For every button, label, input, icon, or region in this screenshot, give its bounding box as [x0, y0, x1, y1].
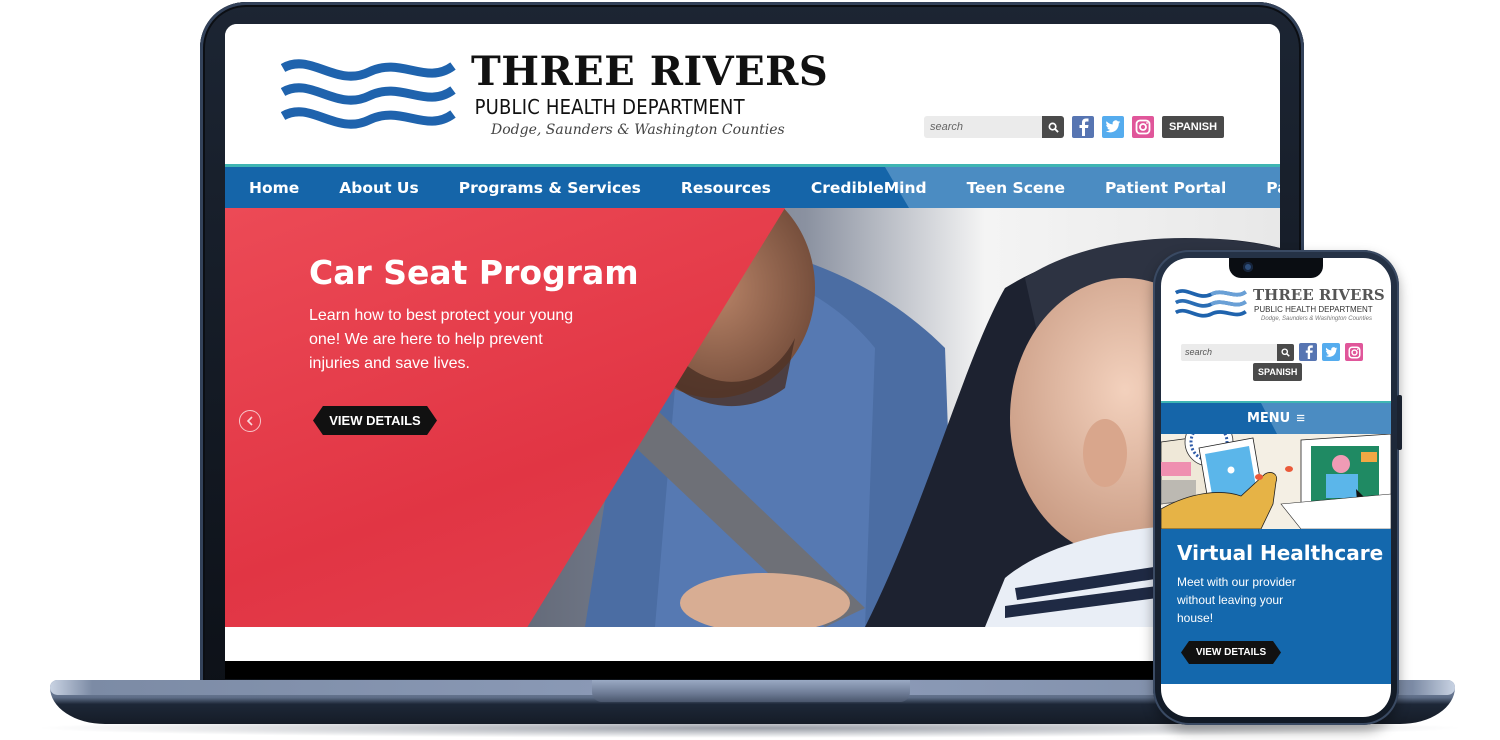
card-view-details-button[interactable]: VIEW DETAILS: [1181, 641, 1281, 664]
menu-label: MENU: [1246, 411, 1291, 426]
chevron-left-icon: [246, 416, 253, 426]
mobile-search-button[interactable]: [1277, 343, 1294, 361]
mobile-twitter-link[interactable]: [1322, 343, 1340, 361]
mobile-logo-subtitle: PUBLIC HEALTH DEPARTMENT: [1254, 305, 1373, 314]
nav-item-patient-survey[interactable]: Patient Survey: [1266, 179, 1280, 197]
facebook-icon: [1305, 345, 1313, 359]
hero-description: Learn how to best protect your young one…: [309, 307, 574, 372]
logo-subtitle: PUBLIC HEALTH DEPARTMENT: [474, 95, 745, 119]
desktop-website: THREE RIVERS PUBLIC HEALTH DEPARTMENT Do…: [225, 24, 1280, 679]
mobile-instagram-link[interactable]: [1345, 343, 1363, 361]
search-button[interactable]: [1042, 116, 1064, 138]
three-rivers-waves-logo-icon[interactable]: [281, 58, 456, 138]
search-box: [924, 116, 1064, 138]
search-icon: [1281, 347, 1290, 357]
laptop-hinge-notch: [592, 680, 910, 702]
hero-view-details-button[interactable]: VIEW DETAILS: [313, 406, 437, 435]
facebook-icon: [1079, 118, 1089, 136]
site-logo-text[interactable]: THREE RIVERS PUBLIC HEALTH DEPARTMENT Do…: [471, 50, 828, 140]
nav-item-teen-scene[interactable]: Teen Scene: [967, 179, 1065, 197]
site-header: THREE RIVERS PUBLIC HEALTH DEPARTMENT Do…: [225, 24, 1280, 164]
three-rivers-waves-logo-icon[interactable]: [1175, 288, 1247, 322]
mobile-logo-counties: Dodge, Saunders & Washington Counties: [1261, 316, 1372, 322]
mobile-facebook-link[interactable]: [1299, 343, 1317, 361]
instagram-icon: [1347, 345, 1361, 359]
hamburger-icon: ≡: [1296, 410, 1306, 427]
twitter-icon: [1325, 346, 1337, 357]
virtual-healthcare-card: Virtual Healthcare Meet with our provide…: [1161, 529, 1391, 684]
screen-bottom-bezel: [225, 661, 1280, 679]
phone-side-button: [1397, 395, 1402, 450]
twitter-icon: [1105, 120, 1121, 133]
camera-icon: [1243, 262, 1253, 272]
spanish-language-button[interactable]: SPANISH: [1162, 116, 1225, 138]
mobile-spanish-language-button[interactable]: SPANISH: [1253, 363, 1303, 381]
instagram-icon: [1135, 119, 1151, 135]
hero-slider: Car Seat Program Learn how to best prote…: [225, 208, 1280, 627]
nav-item-crediblemind[interactable]: CredibleMind: [811, 179, 927, 197]
card-title: Virtual Healthcare: [1177, 541, 1384, 565]
twitter-link[interactable]: [1102, 116, 1124, 138]
main-navigation: Home About Us Programs & Services Resour…: [225, 164, 1280, 208]
hero-title: Car Seat Program: [309, 253, 639, 292]
nav-item-patient-portal[interactable]: Patient Portal: [1105, 179, 1226, 197]
nav-item-home[interactable]: Home: [249, 179, 299, 197]
search-input[interactable]: [924, 116, 1042, 138]
slider-previous-button[interactable]: [239, 410, 261, 432]
phone-notch: [1229, 258, 1323, 278]
logo-title: THREE RIVERS: [471, 48, 829, 95]
nav-item-resources[interactable]: Resources: [681, 179, 771, 197]
search-icon: [1048, 122, 1059, 133]
mobile-website: THREE RIVERS PUBLIC HEALTH DEPARTMENT Do…: [1161, 258, 1391, 717]
instagram-link[interactable]: [1132, 116, 1154, 138]
nav-item-programs-services[interactable]: Programs & Services: [459, 179, 641, 197]
mobile-menu-toggle[interactable]: MENU ≡: [1161, 401, 1391, 434]
nav-item-about-us[interactable]: About Us: [339, 179, 418, 197]
header-tools: SPANISH: [924, 116, 1225, 138]
card-description: Meet with our provider without leaving y…: [1177, 575, 1296, 625]
mobile-header-tools: [1181, 343, 1363, 361]
logo-counties: Dodge, Saunders & Washington Counties: [491, 122, 785, 138]
facebook-link[interactable]: [1072, 116, 1094, 138]
content-area: [225, 627, 1280, 661]
mobile-search-input[interactable]: [1181, 343, 1277, 361]
mobile-logo-title[interactable]: THREE RIVERS: [1253, 286, 1385, 304]
virtual-healthcare-illustration: [1161, 434, 1391, 529]
